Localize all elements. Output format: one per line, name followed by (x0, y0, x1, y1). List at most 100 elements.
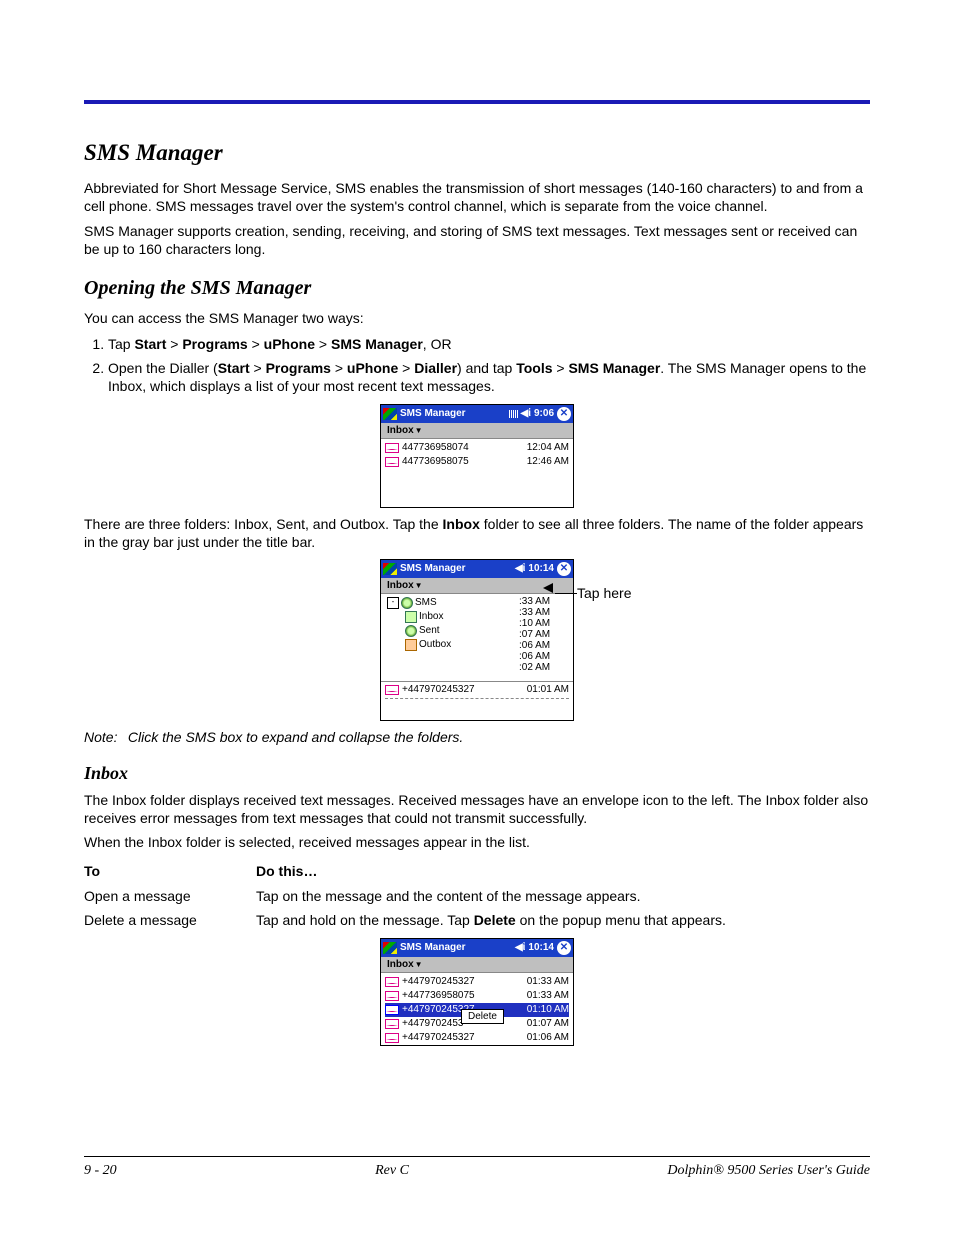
sep: > (402, 360, 410, 376)
message-number: 447736958075 (402, 456, 527, 467)
sep: > (319, 336, 327, 352)
message-row[interactable]: +44797024532701:06 AM (385, 1031, 569, 1045)
tree-label: SMS (415, 597, 437, 608)
close-icon[interactable]: ✕ (557, 562, 571, 576)
message-row[interactable]: 44773695807512:46 AM (385, 455, 569, 469)
message-row[interactable]: +44773695807501:33 AM (385, 989, 569, 1003)
start-flag-icon[interactable] (383, 408, 397, 420)
action-name: Open a message (84, 884, 256, 908)
text: , OR (423, 336, 452, 352)
time-cell: :33 AM (519, 607, 569, 618)
heading-sms-manager: SMS Manager (84, 140, 870, 166)
tree-node-inbox[interactable]: Inbox (385, 610, 519, 624)
time-cell: :33 AM (519, 596, 569, 607)
path-part: SMS Manager (568, 360, 660, 376)
sent-folder-icon (405, 625, 417, 637)
message-number: +447736958075 (402, 990, 527, 1001)
envelope-icon (385, 685, 399, 695)
table-row: Delete a message Tap and hold on the mes… (84, 908, 870, 932)
folder-menu-label: Inbox (387, 425, 414, 436)
message-time: 01:01 AM (527, 684, 569, 695)
action-name: Delete a message (84, 908, 256, 932)
message-list: 44773695807412:04 AM 44773695807512:46 A… (381, 439, 573, 489)
outbox-folder-icon (405, 639, 417, 651)
collapse-icon[interactable]: - (387, 597, 399, 609)
clock: 10:14 (528, 563, 554, 574)
callout-line (555, 593, 577, 594)
window-title: SMS Manager (400, 942, 512, 953)
folder-menu[interactable]: Inbox▼ (381, 578, 573, 594)
message-time: 01:33 AM (527, 976, 569, 987)
message-number: +447970245327 (402, 684, 527, 695)
signal-icon (509, 410, 518, 418)
screenshot-delete-popup: SMS Manager ◀ἰ 10:14 ✕ Inbox▼ +447970245… (380, 938, 574, 1046)
window-title: SMS Manager (400, 408, 506, 419)
path-part: uPhone (347, 360, 398, 376)
message-number: +447970245327 (402, 976, 527, 987)
time-column: :33 AM :33 AM :10 AM :07 AM :06 AM :06 A… (519, 596, 569, 673)
guide-title: Dolphin® 9500 Series User's Guide (667, 1163, 870, 1179)
tree-node-sms[interactable]: - SMS (385, 596, 519, 610)
message-row[interactable]: +44797024532701:33 AM (385, 975, 569, 989)
screenshot-inbox-list: SMS Manager ◀ἰ 9:06 ✕ Inbox▼ 44773695807… (380, 404, 574, 508)
folder-menu[interactable]: Inbox▼ (381, 957, 573, 973)
envelope-icon (385, 977, 399, 987)
steps-list: Tap Start > Programs > uPhone > SMS Mana… (84, 335, 870, 396)
message-time: 01:06 AM (527, 1032, 569, 1043)
message-row[interactable]: 44773695807412:04 AM (385, 441, 569, 455)
start-flag-icon[interactable] (383, 942, 397, 954)
step-1: Tap Start > Programs > uPhone > SMS Mana… (108, 335, 870, 353)
paragraph: The Inbox folder displays received text … (84, 792, 870, 828)
path-part: Programs (182, 336, 247, 352)
folder-tree: - SMS Inbox Sent Outbox (385, 596, 519, 673)
text: on the popup menu that appears. (516, 912, 726, 928)
text: Tap (108, 336, 134, 352)
sep: > (170, 336, 178, 352)
speaker-icon: ◀ἰ (515, 563, 525, 574)
message-time: 01:07 AM (527, 1018, 569, 1029)
start-flag-icon[interactable] (383, 563, 397, 575)
clock: 9:06 (534, 408, 554, 419)
envelope-icon (385, 1019, 399, 1029)
folder-menu[interactable]: Inbox▼ (381, 423, 573, 439)
truncation-line (385, 698, 569, 699)
path-part: Dialler (414, 360, 457, 376)
action-table: To Do this… Open a message Tap on the me… (84, 859, 870, 932)
sep: > (335, 360, 343, 376)
message-time: 01:10 AM (527, 1004, 569, 1015)
heading-opening: Opening the SMS Manager (84, 277, 870, 300)
speaker-icon: ◀ἰ (515, 942, 525, 953)
chevron-down-icon: ▼ (415, 960, 423, 969)
sep: > (252, 336, 260, 352)
time-cell: :06 AM (519, 640, 569, 651)
context-menu-delete[interactable]: Delete (461, 1009, 504, 1024)
envelope-icon (385, 1005, 399, 1015)
top-rule (84, 100, 870, 104)
paragraph: Abbreviated for Short Message Service, S… (84, 180, 870, 216)
message-row[interactable]: +44797024532701:01 AM (381, 681, 573, 700)
time-cell: :06 AM (519, 651, 569, 662)
close-icon[interactable]: ✕ (557, 407, 571, 421)
path-part: Start (134, 336, 166, 352)
message-time: 01:33 AM (527, 990, 569, 1001)
path-part: Start (218, 360, 250, 376)
screenshot-folder-tree: SMS Manager ◀ἰ 10:14 ✕ Inbox▼ -SMS Inbox… (380, 559, 574, 721)
message-time: 12:46 AM (527, 456, 569, 467)
revision: Rev C (375, 1163, 409, 1179)
tree-node-sent[interactable]: Sent (385, 624, 519, 638)
text: Open the Dialler ( (108, 360, 218, 376)
time-cell: :07 AM (519, 629, 569, 640)
tree-node-outbox[interactable]: Outbox (385, 638, 519, 652)
clock: 10:14 (528, 942, 554, 953)
envelope-icon (385, 457, 399, 467)
folder-tree-area: - SMS Inbox Sent Outbox :33 AM :33 AM :10… (381, 594, 573, 681)
titlebar: SMS Manager ◀ἰ 10:14 ✕ (381, 939, 573, 957)
path-part: SMS Manager (331, 336, 423, 352)
close-icon[interactable]: ✕ (557, 941, 571, 955)
page-number: 9 - 20 (84, 1163, 117, 1179)
sep: > (556, 360, 564, 376)
text: Delete (474, 912, 516, 928)
envelope-icon (385, 443, 399, 453)
envelope-icon (385, 1033, 399, 1043)
tree-label: Inbox (419, 611, 443, 622)
